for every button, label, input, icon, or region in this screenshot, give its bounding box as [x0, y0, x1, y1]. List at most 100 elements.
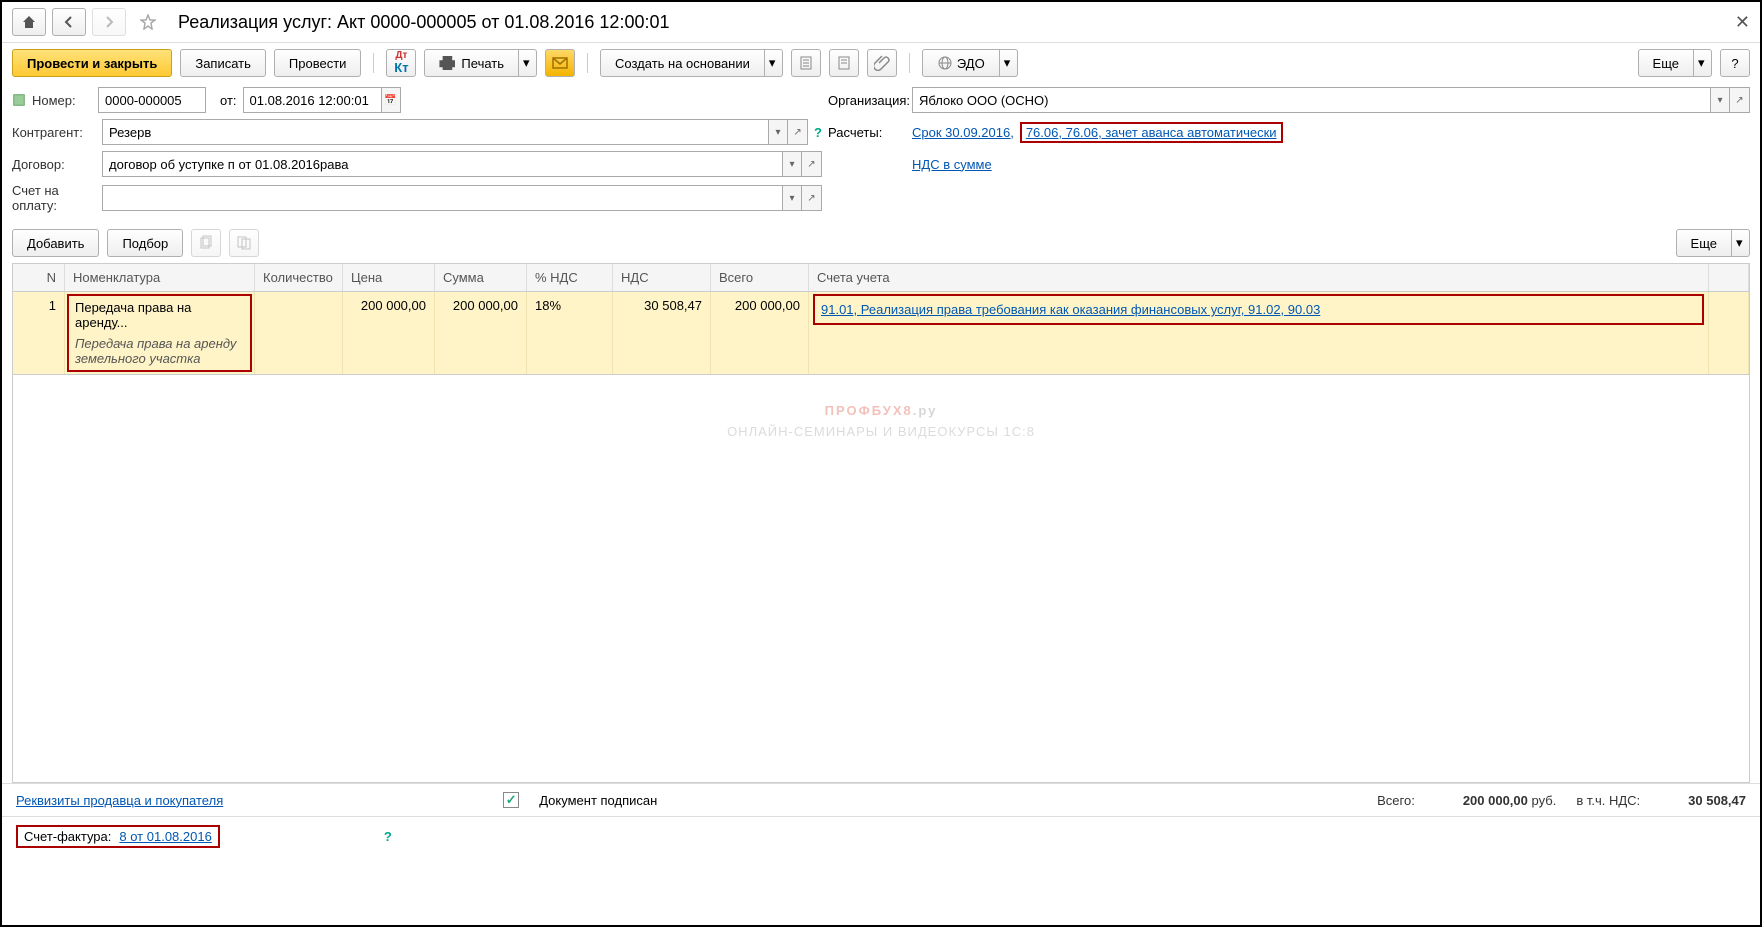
divider: [909, 53, 910, 73]
number-input[interactable]: [98, 87, 206, 113]
home-button[interactable]: [12, 8, 46, 36]
dt-kt-button[interactable]: ДтКт: [386, 49, 416, 77]
org-label: Организация:: [828, 93, 906, 108]
help-button[interactable]: ?: [1720, 49, 1750, 77]
back-button[interactable]: [52, 8, 86, 36]
cell-n: 1: [13, 292, 65, 374]
col-acc: Счета учета: [809, 264, 1709, 291]
more-dropdown[interactable]: ▾: [1694, 49, 1712, 77]
org-open[interactable]: ↗: [1730, 87, 1750, 113]
edo-dropdown[interactable]: ▾: [1000, 49, 1018, 77]
star-icon: [140, 14, 156, 30]
copy-icon: [198, 235, 214, 251]
forward-button[interactable]: [92, 8, 126, 36]
invoice-open[interactable]: ↗: [802, 185, 822, 211]
invoice-dropdown[interactable]: ▾: [782, 185, 802, 211]
create-based-button[interactable]: Создать на основании: [600, 49, 765, 77]
paste-button[interactable]: [229, 229, 259, 257]
print-dropdown[interactable]: ▾: [519, 49, 537, 77]
cell-vat: 18%: [527, 292, 613, 374]
col-price: Цена: [343, 264, 435, 291]
create-based-dropdown[interactable]: ▾: [765, 49, 783, 77]
table-more-dropdown[interactable]: ▾: [1732, 229, 1750, 257]
envelope-icon: [552, 55, 568, 71]
contr-dropdown[interactable]: ▾: [768, 119, 788, 145]
divider: [587, 53, 588, 73]
arrow-left-icon: [61, 14, 77, 30]
date-input[interactable]: [243, 87, 381, 113]
signed-checkbox[interactable]: ✓: [503, 792, 519, 808]
cell-acc: 91.01, Реализация права требования как о…: [809, 292, 1709, 374]
dog-input[interactable]: [102, 151, 782, 177]
acc-link[interactable]: 91.01, Реализация права требования как о…: [821, 302, 1320, 317]
org-dropdown[interactable]: ▾: [1710, 87, 1730, 113]
close-button[interactable]: ✕: [1735, 12, 1750, 33]
table-row[interactable]: 1 Передача права на аренду... Передача п…: [13, 292, 1749, 374]
contr-input[interactable]: [102, 119, 768, 145]
document-button-1[interactable]: [791, 49, 821, 77]
contr-help[interactable]: ?: [814, 125, 822, 140]
post-and-close-button[interactable]: Провести и закрыть: [12, 49, 172, 77]
sf-link[interactable]: 8 от 01.08.2016: [119, 829, 211, 844]
col-nom: Номенклатура: [65, 264, 255, 291]
contr-open[interactable]: ↗: [788, 119, 808, 145]
arrow-right-icon: [101, 14, 117, 30]
cell-nds: 30 508,47: [613, 292, 711, 374]
dog-open[interactable]: ↗: [802, 151, 822, 177]
org-input[interactable]: [912, 87, 1710, 113]
post-button[interactable]: Провести: [274, 49, 362, 77]
col-n: N: [13, 264, 65, 291]
cell-price: 200 000,00: [343, 292, 435, 374]
docs-icon: [236, 235, 252, 251]
requisites-link[interactable]: Реквизиты продавца и покупателя: [16, 793, 223, 808]
list-icon: [798, 55, 814, 71]
watermark: ПРОФБУХ8.ру ОНЛАЙН-СЕМИНАРЫ И ВИДЕОКУРСЫ…: [727, 385, 1035, 439]
ot-label: от:: [220, 93, 237, 108]
col-sum: Сумма: [435, 264, 527, 291]
copy-button[interactable]: [191, 229, 221, 257]
date-picker-button[interactable]: 📅: [381, 87, 401, 113]
contr-label: Контрагент:: [12, 125, 96, 140]
table-more-button[interactable]: Еще: [1676, 229, 1732, 257]
calc-link-1[interactable]: Срок 30.09.2016,: [912, 125, 1014, 140]
nom-subtext: Передача права на аренду земельного учас…: [75, 336, 244, 366]
dog-dropdown[interactable]: ▾: [782, 151, 802, 177]
signed-label: Документ подписан: [539, 793, 657, 808]
edo-button[interactable]: ЭДО: [922, 49, 1000, 77]
col-tail: [1709, 264, 1749, 291]
sf-label: Счет-фактура:: [24, 829, 111, 844]
divider: [373, 53, 374, 73]
pick-button[interactable]: Подбор: [107, 229, 183, 257]
cell-tail: [1709, 292, 1749, 374]
print-button[interactable]: Печать: [424, 49, 519, 77]
vat-link[interactable]: НДС в сумме: [912, 157, 992, 172]
cell-qty: [255, 292, 343, 374]
document-button-2[interactable]: [829, 49, 859, 77]
invoice-label: Счет на оплату:: [12, 183, 96, 213]
add-button[interactable]: Добавить: [12, 229, 99, 257]
total-label: Всего:200 000,00 руб.: [1377, 793, 1556, 808]
page-title: Реализация услуг: Акт 0000-000005 от 01.…: [178, 12, 669, 33]
grid-header: N Номенклатура Количество Цена Сумма % Н…: [13, 264, 1749, 292]
email-button[interactable]: [545, 49, 575, 77]
status-icon: [12, 92, 26, 108]
globe-icon: [937, 55, 953, 71]
attach-button[interactable]: [867, 49, 897, 77]
save-button[interactable]: Записать: [180, 49, 266, 77]
printer-icon: [439, 56, 455, 70]
more-button[interactable]: Еще: [1638, 49, 1694, 77]
col-qty: Количество: [255, 264, 343, 291]
nom-text: Передача права на аренду...: [75, 300, 244, 330]
grid-empty-area: ПРОФБУХ8.ру ОНЛАЙН-СЕМИНАРЫ И ВИДЕОКУРСЫ…: [12, 375, 1750, 783]
favorite-button[interactable]: [132, 8, 164, 36]
col-vat: % НДС: [527, 264, 613, 291]
col-nds: НДС: [613, 264, 711, 291]
sf-help[interactable]: ?: [384, 829, 392, 844]
invoice-input[interactable]: [102, 185, 782, 211]
paperclip-icon: [874, 55, 890, 71]
cell-nom: Передача права на аренду... Передача пра…: [65, 292, 255, 374]
col-total: Всего: [711, 264, 809, 291]
cell-sum: 200 000,00: [435, 292, 527, 374]
doc-icon: [836, 55, 852, 71]
calc-link-2[interactable]: 76.06, 76.06, зачет аванса автоматически: [1026, 125, 1277, 140]
